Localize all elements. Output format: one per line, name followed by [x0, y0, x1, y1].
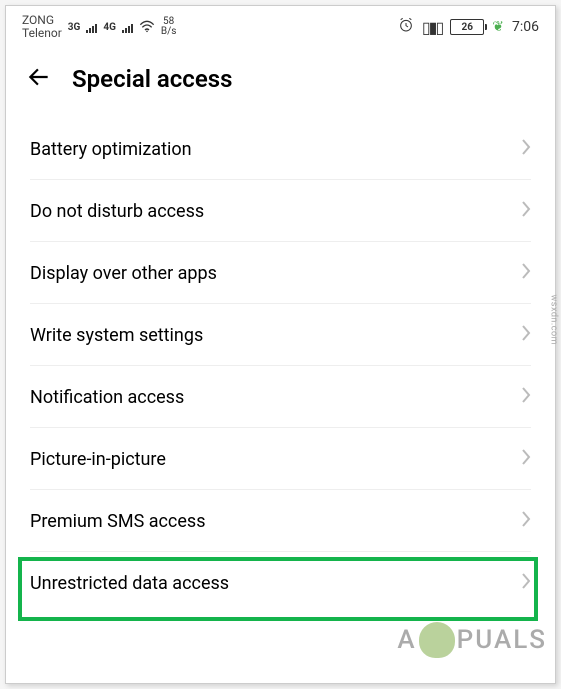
chevron-right-icon: [521, 324, 531, 346]
item-notification-access[interactable]: Notification access: [6, 366, 555, 428]
item-battery-optimization[interactable]: Battery optimization: [6, 118, 555, 180]
watermark-logo-icon: [419, 622, 455, 658]
status-left: ZONG Telenor 3G 4G 58 B/s: [22, 14, 176, 40]
signal-bars-icon: [86, 21, 97, 33]
item-display-over-other-apps[interactable]: Display over other apps: [6, 242, 555, 304]
list-item-label: Premium SMS access: [30, 511, 205, 532]
list-item-label: Display over other apps: [30, 263, 217, 284]
chevron-right-icon: [521, 510, 531, 532]
watermark: A PUALS: [397, 622, 547, 658]
power-save-leaf-icon: ❦: [492, 19, 504, 35]
battery-icon: 26: [450, 19, 484, 35]
settings-list: Battery optimization Do not disturb acce…: [6, 106, 555, 614]
item-picture-in-picture[interactable]: Picture-in-picture: [6, 428, 555, 490]
item-premium-sms-access[interactable]: Premium SMS access: [6, 490, 555, 552]
list-item-label: Picture-in-picture: [30, 449, 166, 470]
list-item-label: Notification access: [30, 387, 184, 408]
list-item-label: Battery optimization: [30, 139, 192, 160]
network-type-2: 4G: [103, 22, 116, 33]
back-button[interactable]: [26, 64, 52, 94]
status-bar: ZONG Telenor 3G 4G 58 B/s ▯▮▯ 26 ❦: [6, 6, 555, 44]
list-item-label: Write system settings: [30, 325, 203, 346]
network-speed: 58 B/s: [161, 17, 177, 37]
signal-bars-icon-2: [122, 21, 133, 33]
page-header: Special access: [6, 44, 555, 106]
chevron-right-icon: [521, 448, 531, 470]
watermark-text-2: PUALS: [457, 625, 547, 655]
wifi-icon: [139, 19, 155, 36]
list-item-label: Do not disturb access: [30, 201, 204, 222]
item-do-not-disturb-access[interactable]: Do not disturb access: [6, 180, 555, 242]
item-write-system-settings[interactable]: Write system settings: [6, 304, 555, 366]
chevron-right-icon: [521, 200, 531, 222]
carrier-2: Telenor: [22, 27, 62, 40]
source-attribution: wsxdn.com: [548, 294, 558, 344]
speed-unit: B/s: [161, 27, 177, 37]
clock-time: 7:06: [512, 19, 539, 35]
alarm-icon: [398, 17, 414, 37]
watermark-text-1: A: [397, 625, 416, 655]
device-frame: ZONG Telenor 3G 4G 58 B/s ▯▮▯ 26 ❦: [5, 5, 556, 684]
chevron-right-icon: [521, 262, 531, 284]
battery-percent: 26: [462, 22, 473, 33]
chevron-right-icon: [521, 572, 531, 594]
status-right: ▯▮▯ 26 ❦ 7:06: [398, 17, 539, 37]
item-unrestricted-data-access[interactable]: Unrestricted data access: [6, 552, 555, 614]
chevron-right-icon: [521, 386, 531, 408]
chevron-right-icon: [521, 138, 531, 160]
vibrate-icon: ▯▮▯: [422, 18, 442, 37]
list-item-label: Unrestricted data access: [30, 573, 229, 594]
page-title: Special access: [72, 65, 232, 93]
carrier-labels: ZONG Telenor: [22, 14, 62, 40]
network-type-1: 3G: [68, 22, 81, 33]
